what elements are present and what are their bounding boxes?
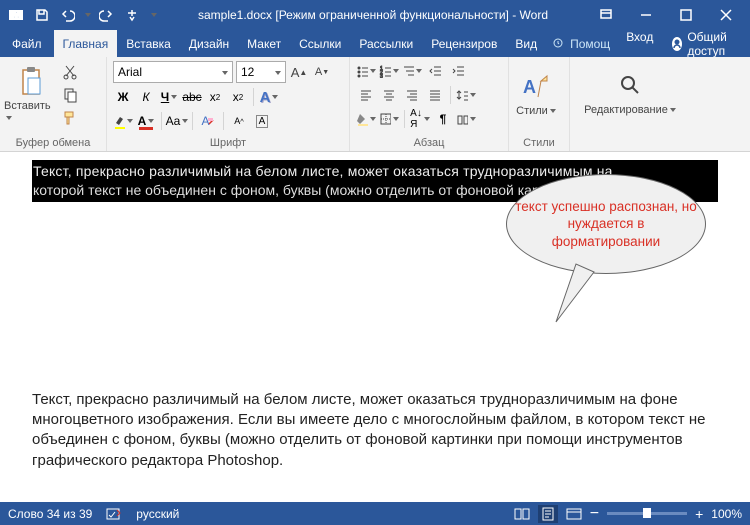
highlight-icon[interactable] — [113, 111, 133, 131]
tab-insert[interactable]: Вставка — [117, 30, 180, 57]
copy-icon[interactable] — [60, 85, 80, 105]
window-title: sample1.docx [Режим ограниченной функцио… — [160, 8, 586, 22]
separator — [253, 88, 254, 106]
justify-icon[interactable] — [425, 85, 445, 105]
clear-formatting-icon[interactable]: A — [198, 111, 218, 131]
line-spacing-icon[interactable] — [456, 85, 476, 105]
document-area[interactable]: Текст, прекрасно различимый на белом лис… — [0, 152, 750, 502]
align-right-icon[interactable] — [402, 85, 422, 105]
group-editing-label — [574, 135, 694, 151]
subscript-icon[interactable]: x2 — [205, 87, 225, 107]
underline-icon[interactable]: Ч — [159, 87, 179, 107]
signin-button[interactable]: Вход — [616, 30, 663, 57]
callout-shape[interactable]: текст успешно распознан, но нуждается в … — [506, 174, 706, 274]
tab-view[interactable]: Вид — [506, 30, 546, 57]
show-marks-icon[interactable]: ¶ — [433, 109, 453, 129]
bullets-icon[interactable] — [356, 61, 376, 81]
callout-tail-icon — [546, 262, 606, 332]
minimize-icon[interactable] — [626, 0, 666, 30]
text-effects-icon[interactable]: A — [259, 87, 279, 107]
ribbon-options-icon[interactable] — [586, 0, 626, 30]
tab-mailings[interactable]: Рассылки — [350, 30, 422, 57]
spellcheck-icon[interactable] — [106, 507, 122, 521]
grow-font-icon[interactable]: A▲ — [289, 62, 309, 82]
shrink-font-icon[interactable]: A▼ — [312, 62, 332, 82]
tab-design[interactable]: Дизайн — [180, 30, 238, 57]
editing-label: Редактирование — [584, 104, 676, 116]
shading-icon[interactable] — [356, 109, 376, 129]
web-layout-icon[interactable] — [566, 507, 582, 521]
multilevel-list-icon[interactable] — [402, 61, 422, 81]
zoom-level[interactable]: 100% — [711, 507, 742, 521]
italic-icon[interactable]: К — [136, 87, 156, 107]
align-left-icon[interactable] — [356, 85, 376, 105]
superscript-icon[interactable]: x2 — [228, 87, 248, 107]
tell-me-search[interactable]: Помощ — [546, 30, 616, 57]
svg-text:A: A — [523, 77, 536, 97]
separator — [223, 112, 224, 130]
group-styles-label: Стили — [513, 135, 565, 151]
undo-dropdown-icon[interactable] — [82, 3, 92, 27]
enclose-char-icon[interactable]: A^ — [229, 111, 249, 131]
close-icon[interactable] — [706, 0, 746, 30]
svg-text:3: 3 — [380, 74, 383, 78]
change-case-icon[interactable]: Aa — [167, 111, 187, 131]
word-app-icon[interactable]: W — [4, 3, 28, 27]
font-family-input[interactable]: Arial — [113, 61, 233, 83]
cut-icon[interactable] — [60, 62, 80, 82]
format-painter-icon[interactable] — [60, 108, 80, 128]
increase-indent-icon[interactable] — [448, 61, 468, 81]
body-paragraph[interactable]: Текст, прекрасно различимый на белом лис… — [32, 390, 718, 471]
group-font-label: Шрифт — [111, 135, 345, 151]
undo-icon[interactable] — [56, 3, 80, 27]
tab-file[interactable]: Файл — [0, 30, 54, 57]
align-center-icon[interactable] — [379, 85, 399, 105]
zoom-in-icon[interactable]: + — [695, 506, 703, 522]
share-button[interactable]: Общий доступ — [663, 30, 750, 57]
callout-text: текст успешно распознан, но нуждается в … — [515, 198, 697, 251]
tab-review[interactable]: Рецензиров — [422, 30, 506, 57]
decrease-indent-icon[interactable] — [425, 61, 445, 81]
asian-layout-icon[interactable] — [456, 109, 476, 129]
touch-mode-icon[interactable] — [120, 3, 144, 27]
bold-icon[interactable]: Ж — [113, 87, 133, 107]
numbering-icon[interactable]: 123 — [379, 61, 399, 81]
sort-icon[interactable]: А↓Я — [410, 109, 430, 129]
chevron-down-icon[interactable] — [273, 65, 281, 79]
zoom-out-icon[interactable]: − — [590, 505, 599, 523]
char-border-icon[interactable]: A — [252, 111, 272, 131]
font-color-icon[interactable]: A — [136, 111, 156, 131]
group-clipboard-label: Буфер обмена — [4, 135, 102, 151]
separator — [404, 110, 405, 128]
share-label: Общий доступ — [687, 30, 741, 58]
chevron-down-icon[interactable] — [220, 65, 228, 79]
styles-label: Стили — [516, 105, 556, 117]
styles-button[interactable]: A Стили — [513, 59, 559, 131]
save-icon[interactable] — [30, 3, 54, 27]
font-size-input[interactable]: 12 — [236, 61, 286, 83]
print-layout-icon[interactable] — [538, 505, 558, 523]
read-mode-icon[interactable] — [514, 507, 530, 521]
borders-icon[interactable] — [379, 109, 399, 129]
separator — [450, 86, 451, 104]
strike-icon[interactable]: abc — [182, 87, 202, 107]
paste-button[interactable]: Вставить — [4, 59, 58, 131]
qat-customize-icon[interactable] — [146, 3, 160, 27]
separator — [161, 112, 162, 130]
language-status[interactable]: русский — [136, 507, 179, 521]
tab-home[interactable]: Главная — [54, 30, 118, 57]
tab-references[interactable]: Ссылки — [290, 30, 350, 57]
share-icon — [672, 37, 682, 51]
zoom-slider[interactable] — [607, 512, 687, 515]
group-paragraph-label: Абзац — [354, 135, 504, 151]
tab-layout[interactable]: Макет — [238, 30, 290, 57]
tell-me-placeholder: Помощ — [570, 37, 610, 51]
word-count[interactable]: Слово 34 из 39 — [8, 507, 92, 521]
separator — [192, 112, 193, 130]
paste-label: Вставить — [4, 100, 58, 124]
maximize-icon[interactable] — [666, 0, 706, 30]
svg-text:W: W — [12, 10, 21, 20]
editing-button[interactable]: Редактирование — [574, 59, 686, 131]
redo-icon[interactable] — [94, 3, 118, 27]
